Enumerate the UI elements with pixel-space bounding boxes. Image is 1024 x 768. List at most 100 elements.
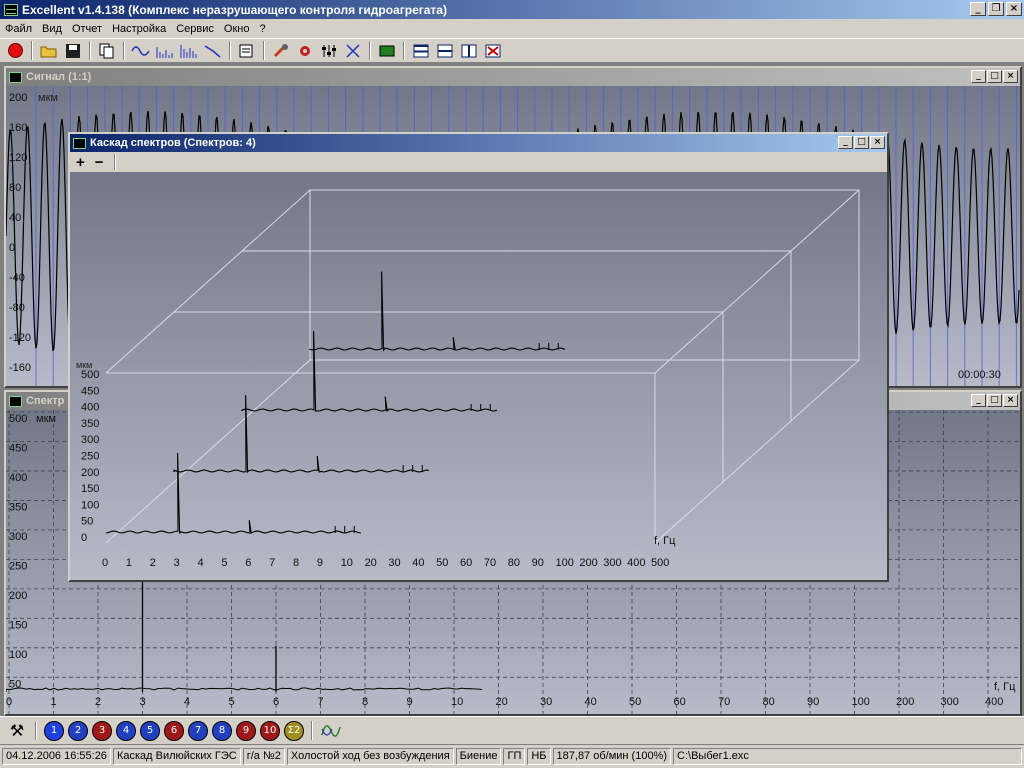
tools-icon[interactable] [270, 40, 292, 61]
status-cell-2: г/а №2 [243, 748, 285, 765]
status-cell-4: Биение [456, 748, 502, 765]
channel-button-11[interactable]: Σ2 [284, 721, 304, 741]
status-cell-5: ГП [503, 748, 525, 765]
cascade-window-titlebar[interactable]: Каскад спектров (Спектров: 4) [70, 134, 887, 152]
cascade-series-1 [174, 395, 429, 472]
cascade-y-tick: 500 [81, 369, 99, 381]
cascade-plane-1 [174, 312, 723, 482]
toolbar-separator [35, 721, 37, 740]
cascade-x-tick: 4 [197, 557, 203, 569]
cascade-close-button[interactable]: × [870, 136, 885, 149]
toolbar-separator [403, 41, 405, 60]
restore-button[interactable]: ❐ [988, 2, 1004, 16]
open-icon[interactable] [38, 40, 60, 61]
spectrum-y-tick: 100 [9, 649, 27, 661]
signal-window-title: Сигнал (1:1) [26, 71, 91, 83]
tools-hammer-icon[interactable]: ⚒ [6, 720, 28, 741]
cascade-series-3 [310, 272, 565, 350]
channel-button-8[interactable]: 8 [212, 721, 232, 741]
signal-y-tick: -160 [9, 362, 31, 374]
wave-icon[interactable] [320, 720, 342, 741]
menu-item-5[interactable]: Окно [219, 23, 255, 35]
toolbar-separator [123, 41, 125, 60]
cascade-x-tick: 9 [317, 557, 323, 569]
spectrum-y-tick: 150 [9, 620, 27, 632]
spectrum-x-tick: 6 [273, 696, 279, 708]
cascade-minimize-button[interactable]: _ [838, 136, 853, 149]
toolbar-separator [263, 41, 265, 60]
save-icon[interactable] [62, 40, 84, 61]
device-icon[interactable] [376, 40, 398, 61]
spectrum-x-tick: 10 [451, 696, 463, 708]
cascade-plot[interactable]: 500 450 400 350 300 250 200 150 100 50 0 мкм 0 1 2 3 4 5 6… [70, 172, 887, 580]
signal-close-button[interactable]: × [1003, 70, 1018, 83]
app-titlebar: Excellent v1.4.138 (Комплекс неразрушающ… [0, 0, 1024, 19]
cascade-x-tick: 100 [556, 557, 574, 569]
menu-item-3[interactable]: Настройка [107, 23, 171, 35]
zoom-out-button[interactable]: − [95, 154, 104, 171]
cascade-y-tick: 0 [81, 532, 87, 544]
channel-button-9[interactable]: 9 [236, 721, 256, 741]
channel-button-10[interactable]: 10 [260, 721, 280, 741]
spectrum-x-tick: 5 [229, 696, 235, 708]
menu-bar: Файл Вид Отчет Настройка Сервис Окно? [0, 19, 1024, 38]
close-button[interactable]: × [1006, 2, 1022, 16]
channel-button-1[interactable]: 1 [44, 721, 64, 741]
filter-icon[interactable] [202, 40, 224, 61]
zoom-in-button[interactable]: + [76, 154, 85, 171]
menu-item-2[interactable]: Отчет [67, 23, 107, 35]
spectrum-y-tick: 200 [9, 590, 27, 602]
tile-horizontal-icon[interactable] [410, 40, 432, 61]
toolbar-separator [229, 41, 231, 60]
spectrum-x-tick: 100 [852, 696, 870, 708]
cascade-y-tick: 200 [81, 467, 99, 479]
signal-window-titlebar: Сигнал (1:1) [6, 68, 1020, 86]
tile-vertical-icon[interactable] [458, 40, 480, 61]
signal-maximize-button[interactable]: □ [987, 70, 1002, 83]
spectrum-x-tick: 8 [362, 696, 368, 708]
spectrum-y-tick: 250 [9, 561, 27, 573]
channel-button-6[interactable]: 6 [164, 721, 184, 741]
spectrum-close-button[interactable]: × [1003, 394, 1018, 407]
cascade-x-tick: 90 [532, 557, 544, 569]
channel-button-5[interactable]: 5 [140, 721, 160, 741]
record-icon[interactable] [4, 40, 26, 61]
spectrum-x-tick: 300 [941, 696, 959, 708]
cross-icon[interactable] [342, 40, 364, 61]
settings-icon[interactable] [294, 40, 316, 61]
spectrum-maximize-button[interactable]: □ [987, 394, 1002, 407]
cascade-icon[interactable] [178, 40, 200, 61]
signal-icon[interactable] [130, 40, 152, 61]
menu-item-1[interactable]: Вид [37, 23, 67, 35]
menu-item-6[interactable]: ? [254, 23, 270, 35]
menu-item-4[interactable]: Сервис [171, 23, 219, 35]
signal-y-tick: 40 [9, 212, 21, 224]
spectrum-y-tick: 300 [9, 531, 27, 543]
close-all-icon[interactable] [482, 40, 504, 61]
channel-button-3[interactable]: 3 [92, 721, 112, 741]
cascade-x-tick: 6 [245, 557, 251, 569]
channel-button-2[interactable]: 2 [68, 721, 88, 741]
mdi-area: Сигнал (1:1) _ □ × 200 160 120 80 40 0 -40 -80-… [0, 64, 1024, 716]
spectrum-minimize-button[interactable]: _ [971, 394, 986, 407]
spectrum-window-title: Спектр [26, 395, 64, 407]
signal-minimize-button[interactable]: _ [971, 70, 986, 83]
signal-y-tick: 200 [9, 92, 27, 104]
minimize-button[interactable]: _ [970, 2, 986, 16]
status-cell-0: 04.12.2006 16:55:26 [2, 748, 111, 765]
cascade-depth-edge-3 [106, 360, 310, 543]
menu-item-0[interactable]: Файл [0, 23, 37, 35]
status-cell-7: 187,87 об/мин (100%) [553, 748, 671, 765]
signal-time-label: 00:00:30 [958, 369, 1001, 381]
channel-button-7[interactable]: 7 [188, 721, 208, 741]
spectrum-icon[interactable] [154, 40, 176, 61]
cascade-x-tick: 80 [508, 557, 520, 569]
toolbar-separator [31, 41, 33, 60]
cascade-maximize-button[interactable]: □ [854, 136, 869, 149]
cascade-x-tick: 50 [436, 557, 448, 569]
channel-button-4[interactable]: 4 [116, 721, 136, 741]
sliders-icon[interactable] [318, 40, 340, 61]
tile-icon[interactable] [434, 40, 456, 61]
copy-icon[interactable] [96, 40, 118, 61]
properties-icon[interactable] [236, 40, 258, 61]
